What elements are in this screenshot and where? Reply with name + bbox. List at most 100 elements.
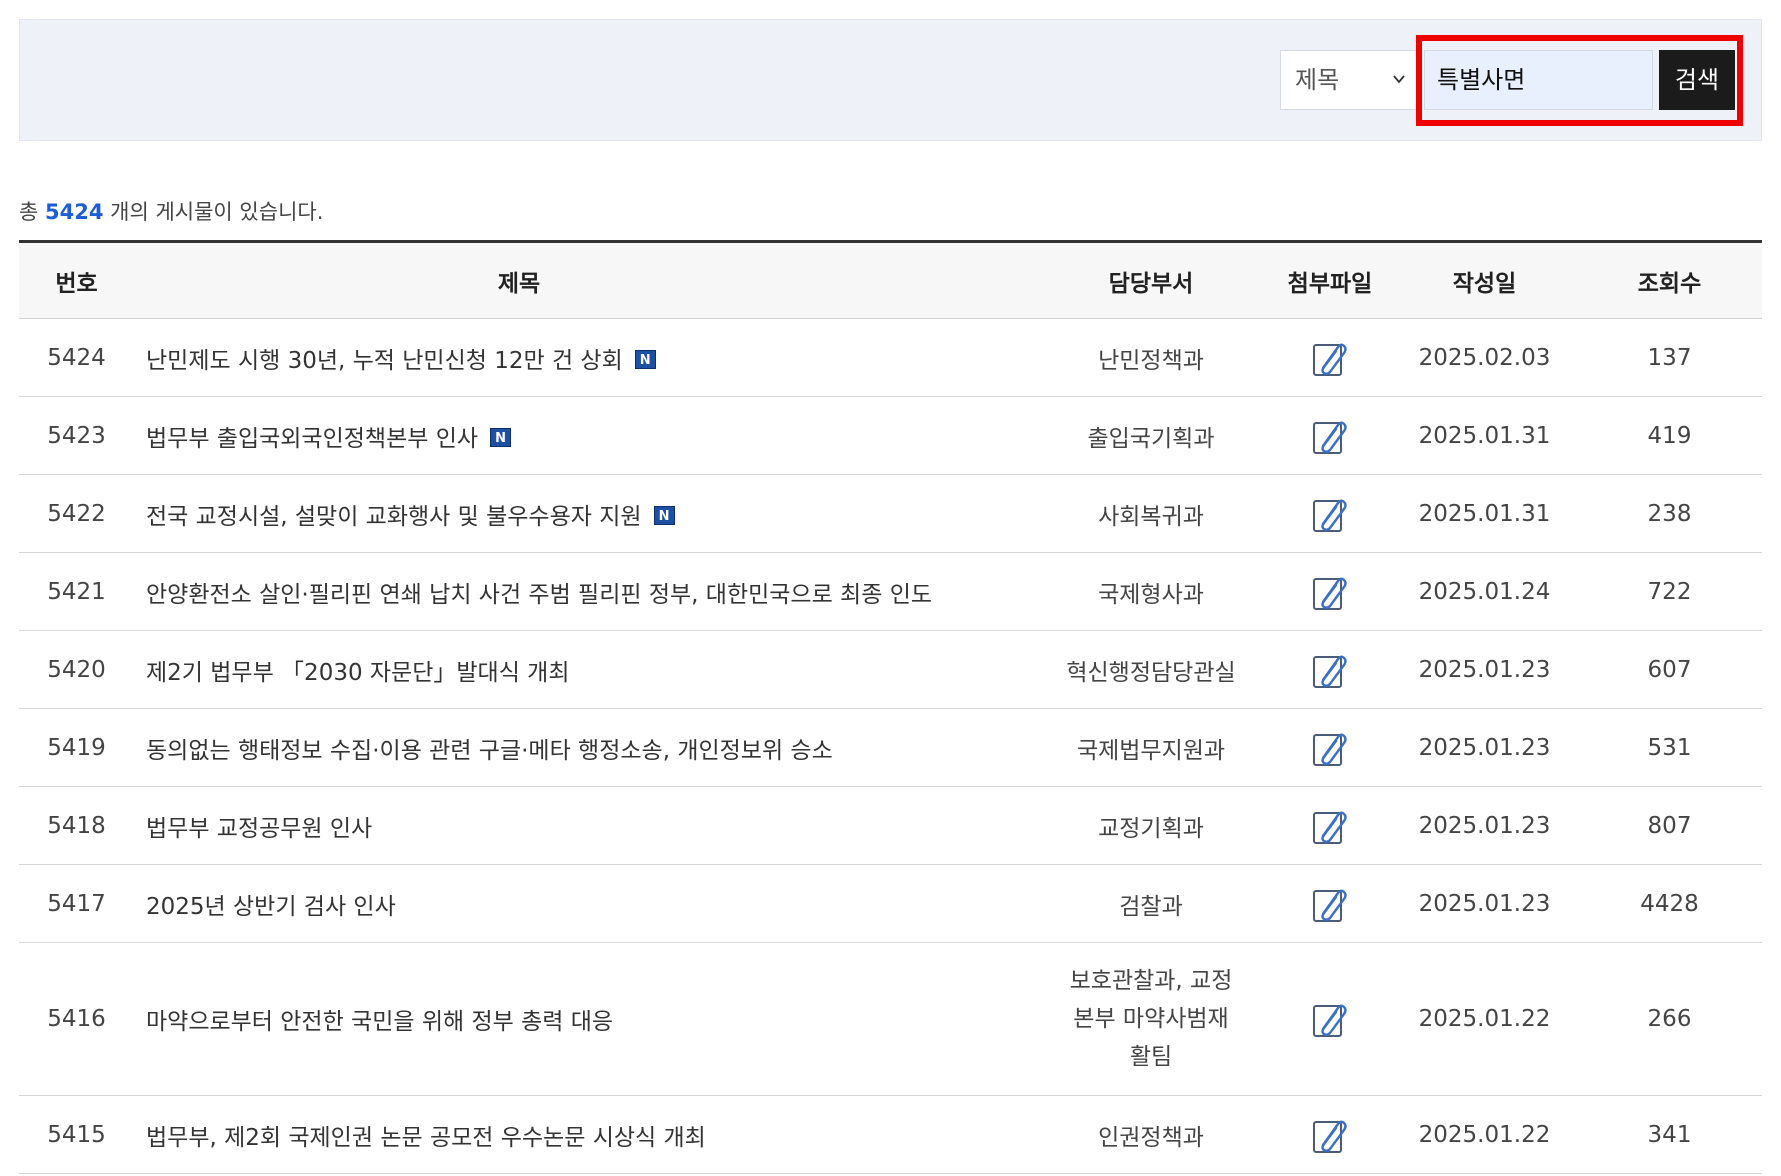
row-attach-cell — [1268, 630, 1392, 709]
row-title-cell: 전국 교정시설, 설맞이 교화행사 및 불우수용자 지원 N — [134, 474, 1034, 553]
paperclip-document-icon[interactable] — [1311, 494, 1349, 534]
row-date: 2025.01.22 — [1392, 942, 1577, 1096]
row-title-cell: 난민제도 시행 30년, 누적 난민신청 12만 건 상회 N — [134, 318, 1034, 397]
search-input[interactable]: 특별사면 — [1424, 50, 1653, 110]
row-date: 2025.01.23 — [1392, 630, 1577, 709]
paperclip-document-icon[interactable] — [1311, 338, 1349, 378]
row-title-link[interactable]: 제2기 법무부 「2030 자문단」발대식 개최 — [146, 660, 570, 686]
row-title-cell: 2025년 상반기 검사 인사 — [134, 864, 1034, 943]
header-dept: 담당부서 — [1034, 241, 1268, 319]
post-table: 번호 제목 담당부서 첨부파일 작성일 조회수 5424 난민제도 시행 30년,… — [19, 240, 1762, 1174]
total-count: 총 5424 개의 게시물이 있습니다. — [19, 196, 323, 226]
row-title-link[interactable]: 동의없는 행태정보 수집·이용 관련 구글·메타 행정소송, 개인정보위 승소 — [146, 738, 833, 764]
row-date: 2025.01.23 — [1392, 786, 1577, 865]
row-number: 5418 — [19, 786, 134, 865]
table-row[interactable]: 5422 전국 교정시설, 설맞이 교화행사 및 불우수용자 지원 N 사회복귀과 20… — [19, 474, 1762, 553]
row-number: 5420 — [19, 630, 134, 709]
row-title-link[interactable]: 법무부 교정공무원 인사 — [146, 816, 372, 842]
table-row[interactable]: 5424 난민제도 시행 30년, 누적 난민신청 12만 건 상회 N 난민정책과 2… — [19, 318, 1762, 397]
new-badge-icon: N — [653, 505, 675, 525]
row-attach-cell — [1268, 1095, 1392, 1174]
row-title-link[interactable]: 법무부, 제2회 국제인권 논문 공모전 우수논문 시상식 개최 — [146, 1125, 706, 1151]
table-row[interactable]: 5420 제2기 법무부 「2030 자문단」발대식 개최 혁신행정담당관실 2025… — [19, 630, 1762, 709]
row-dept-line: 활팀 — [1129, 1044, 1173, 1070]
row-attach-cell — [1268, 942, 1392, 1096]
row-attach-cell — [1268, 552, 1392, 631]
row-dept-cell: 보호관찰과, 교정 본부 마약사범재 활팀 — [1034, 942, 1268, 1096]
row-number: 5416 — [19, 942, 134, 1096]
row-date: 2025.01.23 — [1392, 864, 1577, 943]
chevron-down-icon — [1393, 75, 1405, 84]
row-dept-cell: 교정기획과 — [1034, 786, 1268, 865]
row-title-cell: 안양환전소 살인·필리핀 연쇄 납치 사건 주범 필리핀 정부, 대한민국으로 … — [134, 552, 1034, 631]
row-views: 137 — [1577, 318, 1762, 397]
table-row[interactable]: 5423 법무부 출입국외국인정책본부 인사 N 출입국기획과 2025.01.31 41… — [19, 396, 1762, 475]
row-dept-line: 보호관찰과, 교정 — [1069, 968, 1233, 994]
row-title-cell: 마약으로부터 안전한 국민을 위해 정부 총력 대응 — [134, 942, 1034, 1096]
row-dept: 교정기획과 — [1098, 815, 1204, 842]
row-views: 722 — [1577, 552, 1762, 631]
new-badge-icon: N — [490, 427, 512, 447]
paperclip-document-icon[interactable] — [1311, 650, 1349, 690]
total-count-number: 5424 — [45, 200, 104, 224]
row-number: 5417 — [19, 864, 134, 943]
header-attach: 첨부파일 — [1268, 241, 1392, 319]
row-dept: 사회복귀과 — [1098, 503, 1204, 530]
row-title-cell: 제2기 법무부 「2030 자문단」발대식 개최 — [134, 630, 1034, 709]
row-attach-cell — [1268, 864, 1392, 943]
row-number: 5422 — [19, 474, 134, 553]
row-views: 807 — [1577, 786, 1762, 865]
row-attach-cell — [1268, 708, 1392, 787]
table-row[interactable]: 5415 법무부, 제2회 국제인권 논문 공모전 우수논문 시상식 개최 인권정책… — [19, 1095, 1762, 1174]
total-count-suffix: 개의 게시물이 있습니다. — [110, 200, 324, 224]
row-date: 2025.01.24 — [1392, 552, 1577, 631]
row-number: 5421 — [19, 552, 134, 631]
row-views: 4428 — [1577, 864, 1762, 943]
paperclip-document-icon[interactable] — [1311, 1115, 1349, 1155]
search-field-selected-label: 제목 — [1295, 66, 1340, 94]
row-title-link[interactable]: 안양환전소 살인·필리핀 연쇄 납치 사건 주범 필리핀 정부, 대한민국으로 … — [146, 582, 932, 608]
row-title-link[interactable]: 난민제도 시행 30년, 누적 난민신청 12만 건 상회 — [146, 348, 623, 374]
row-title-cell: 법무부 교정공무원 인사 — [134, 786, 1034, 865]
row-title-cell: 동의없는 행태정보 수집·이용 관련 구글·메타 행정소송, 개인정보위 승소 — [134, 708, 1034, 787]
header-title: 제목 — [134, 241, 1034, 319]
row-number: 5419 — [19, 708, 134, 787]
row-title-cell: 법무부, 제2회 국제인권 논문 공모전 우수논문 시상식 개최 — [134, 1095, 1034, 1174]
search-field-select[interactable]: 제목 — [1280, 50, 1420, 110]
header-no: 번호 — [19, 241, 134, 319]
row-number: 5415 — [19, 1095, 134, 1174]
paperclip-document-icon[interactable] — [1311, 572, 1349, 612]
row-dept: 국제법무지원과 — [1076, 737, 1226, 764]
row-title-link[interactable]: 전국 교정시설, 설맞이 교화행사 및 불우수용자 지원 — [146, 504, 642, 530]
row-title-link[interactable]: 마약으로부터 안전한 국민을 위해 정부 총력 대응 — [146, 1009, 613, 1035]
search-input-value: 특별사면 — [1437, 66, 1526, 94]
table-row[interactable]: 5417 2025년 상반기 검사 인사 검찰과 2025.01.23 4428 — [19, 864, 1762, 943]
row-dept: 출입국기획과 — [1087, 425, 1215, 452]
table-header-row: 번호 제목 담당부서 첨부파일 작성일 조회수 — [19, 241, 1762, 319]
row-attach-cell — [1268, 474, 1392, 553]
search-button[interactable]: 검색 — [1659, 50, 1735, 110]
row-attach-cell — [1268, 786, 1392, 865]
row-dept: 국제형사과 — [1098, 581, 1204, 608]
row-title-link[interactable]: 법무부 출입국외국인정책본부 인사 — [146, 426, 478, 452]
table-row[interactable]: 5419 동의없는 행태정보 수집·이용 관련 구글·메타 행정소송, 개인정보위… — [19, 708, 1762, 787]
paperclip-document-icon[interactable] — [1311, 806, 1349, 846]
row-attach-cell — [1268, 396, 1392, 475]
row-title-cell: 법무부 출입국외국인정책본부 인사 N — [134, 396, 1034, 475]
row-dept-cell: 인권정책과 — [1034, 1095, 1268, 1174]
paperclip-document-icon[interactable] — [1311, 728, 1349, 768]
header-views: 조회수 — [1577, 241, 1762, 319]
row-dept: 혁신행정담당관실 — [1066, 659, 1236, 686]
row-title-link[interactable]: 2025년 상반기 검사 인사 — [146, 894, 396, 920]
table-row[interactable]: 5418 법무부 교정공무원 인사 교정기획과 2025.01.23 807 — [19, 786, 1762, 865]
row-date: 2025.01.31 — [1392, 396, 1577, 475]
paperclip-document-icon[interactable] — [1311, 999, 1349, 1039]
table-row[interactable]: 5421 안양환전소 살인·필리핀 연쇄 납치 사건 주범 필리핀 정부, 대한민… — [19, 552, 1762, 631]
table-row[interactable]: 5416 마약으로부터 안전한 국민을 위해 정부 총력 대응 보호관찰과, 교정 본… — [19, 942, 1762, 1096]
paperclip-document-icon[interactable] — [1311, 884, 1349, 924]
row-dept: 난민정책과 — [1098, 347, 1204, 374]
paperclip-document-icon[interactable] — [1311, 416, 1349, 456]
row-date: 2025.01.31 — [1392, 474, 1577, 553]
row-views: 341 — [1577, 1095, 1762, 1174]
row-dept-cell: 국제법무지원과 — [1034, 708, 1268, 787]
